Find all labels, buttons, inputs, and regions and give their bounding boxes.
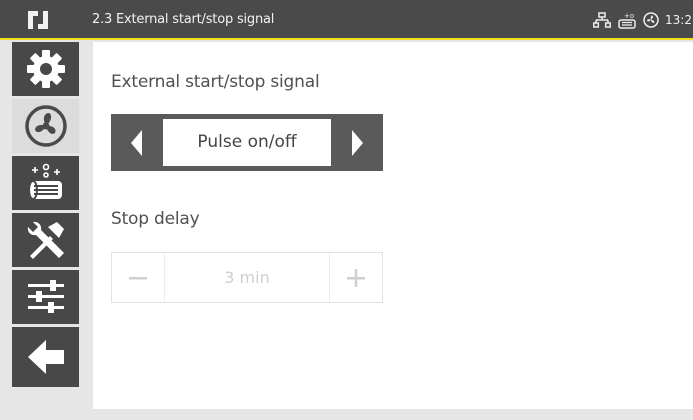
clock: 13:2 xyxy=(665,13,692,27)
back-arrow-icon xyxy=(27,340,64,374)
gear-icon xyxy=(26,50,65,88)
stop-delay-stepper: 3 min xyxy=(111,252,383,303)
minus-icon xyxy=(129,276,147,279)
page-title: 2.3 External start/stop signal xyxy=(92,12,275,27)
tools-icon xyxy=(27,221,64,259)
previous-option-button[interactable] xyxy=(111,114,163,171)
status-area: +o 13:2 xyxy=(586,0,693,40)
chevron-right-icon xyxy=(352,129,363,156)
chevron-left-icon xyxy=(131,129,142,156)
signal-selector: Pulse on/off xyxy=(111,114,383,171)
stop-delay-value: 3 min xyxy=(224,268,270,287)
sidebar-item-fan[interactable] xyxy=(12,99,79,156)
filter-icon xyxy=(27,163,62,200)
logo-icon xyxy=(28,11,48,29)
svg-text:+o: +o xyxy=(624,12,634,20)
fan-status-icon xyxy=(643,12,659,28)
sidebar-item-settings[interactable] xyxy=(12,42,79,99)
sidebar xyxy=(12,42,79,408)
decrease-button[interactable] xyxy=(112,253,165,302)
network-icon xyxy=(593,12,611,28)
signal-label: External start/stop signal xyxy=(111,72,320,92)
plus-icon xyxy=(347,268,365,287)
sidebar-item-service[interactable] xyxy=(12,213,79,270)
signal-value: Pulse on/off xyxy=(163,119,331,166)
next-option-button[interactable] xyxy=(331,114,383,171)
increase-button[interactable] xyxy=(329,253,382,302)
stop-delay-label: Stop delay xyxy=(111,209,200,229)
sliders-icon xyxy=(27,280,64,313)
content-panel: External start/stop signal Pulse on/off … xyxy=(93,42,693,409)
title-bar: 2.3 External start/stop signal +o 13:2 xyxy=(0,0,693,40)
fan-icon xyxy=(24,105,67,147)
sidebar-item-filter[interactable] xyxy=(12,156,79,213)
sidebar-item-adjust[interactable] xyxy=(12,270,79,327)
filter-status-icon: +o xyxy=(618,12,636,29)
back-button[interactable] xyxy=(12,327,79,390)
